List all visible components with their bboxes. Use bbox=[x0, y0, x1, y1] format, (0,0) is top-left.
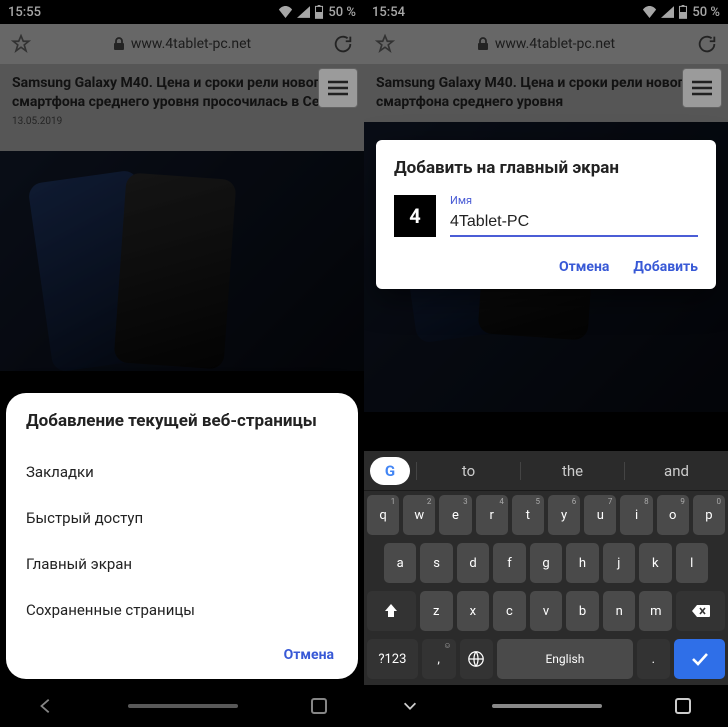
sheet-item-saved-pages[interactable]: Сохраненные страницы bbox=[26, 587, 338, 633]
key-b[interactable]: b bbox=[566, 591, 599, 631]
nav-recent-icon[interactable] bbox=[675, 698, 691, 714]
site-favicon: 4 bbox=[394, 195, 436, 237]
google-icon[interactable]: G bbox=[370, 457, 410, 485]
key-enter[interactable] bbox=[674, 639, 725, 679]
dialog-cancel-button[interactable]: Отмена bbox=[559, 259, 609, 275]
key-p[interactable]: p0 bbox=[693, 495, 725, 535]
key-i[interactable]: i8 bbox=[620, 495, 652, 535]
key-d[interactable]: d bbox=[457, 543, 489, 583]
key-language[interactable] bbox=[460, 639, 494, 679]
key-f[interactable]: f bbox=[493, 543, 525, 583]
key-backspace[interactable] bbox=[676, 591, 725, 631]
key-q[interactable]: q1 bbox=[367, 495, 399, 535]
key-e[interactable]: e3 bbox=[439, 495, 471, 535]
key-g[interactable]: g bbox=[530, 543, 562, 583]
key-space[interactable]: English bbox=[497, 639, 632, 679]
key-numeric[interactable]: ?123 bbox=[367, 639, 418, 679]
name-input[interactable] bbox=[450, 209, 698, 237]
add-to-home-dialog: Добавить на главный экран 4 Имя Отмена Д… bbox=[376, 140, 716, 289]
key-x[interactable]: x bbox=[457, 591, 490, 631]
key-t[interactable]: t5 bbox=[512, 495, 544, 535]
suggestion[interactable]: and bbox=[624, 462, 728, 480]
sheet-cancel-button[interactable]: Отмена bbox=[26, 633, 338, 669]
nav-home-pill[interactable] bbox=[492, 704, 602, 708]
key-n[interactable]: n bbox=[603, 591, 636, 631]
key-w[interactable]: w2 bbox=[403, 495, 435, 535]
key-h[interactable]: h bbox=[566, 543, 598, 583]
name-field-label: Имя bbox=[450, 194, 698, 207]
sheet-item-quick-access[interactable]: Быстрый доступ bbox=[26, 495, 338, 541]
suggestion[interactable]: to bbox=[416, 462, 520, 480]
phone-right: 15:54 50 % www.4tablet-pc.net Samsung Ga… bbox=[364, 0, 728, 727]
key-y[interactable]: y6 bbox=[548, 495, 580, 535]
sheet-item-home-screen[interactable]: Главный экран bbox=[26, 541, 338, 587]
key-period[interactable]: . bbox=[637, 639, 671, 679]
key-k[interactable]: k bbox=[639, 543, 671, 583]
key-m[interactable]: m bbox=[639, 591, 672, 631]
key-c[interactable]: c bbox=[493, 591, 526, 631]
key-j[interactable]: j bbox=[603, 543, 635, 583]
key-shift[interactable] bbox=[367, 591, 416, 631]
android-nav-bar bbox=[364, 685, 728, 727]
add-page-sheet: Добавление текущей веб-страницы Закладки… bbox=[6, 393, 358, 679]
sheet-item-bookmarks[interactable]: Закладки bbox=[26, 449, 338, 495]
phone-left: 15:55 50 % www.4tablet-pc.net Samsung Ga… bbox=[0, 0, 364, 727]
key-a[interactable]: a bbox=[384, 543, 416, 583]
key-o[interactable]: o9 bbox=[657, 495, 689, 535]
dialog-add-button[interactable]: Добавить bbox=[633, 259, 698, 275]
key-r[interactable]: r4 bbox=[476, 495, 508, 535]
key-u[interactable]: u7 bbox=[584, 495, 616, 535]
key-z[interactable]: z bbox=[420, 591, 453, 631]
key-v[interactable]: v bbox=[530, 591, 563, 631]
sheet-title: Добавление текущей веб-страницы bbox=[26, 411, 338, 431]
key-s[interactable]: s bbox=[420, 543, 452, 583]
nav-keyboard-down-icon[interactable] bbox=[401, 697, 419, 715]
key-comma[interactable]: ,☺ bbox=[422, 639, 456, 679]
suggestion[interactable]: the bbox=[520, 462, 624, 480]
dialog-title: Добавить на главный экран bbox=[394, 158, 698, 178]
soft-keyboard: G to the and q1w2e3r4t5y6u7i8o9p0 asdfgh… bbox=[364, 451, 728, 685]
key-l[interactable]: l bbox=[676, 543, 708, 583]
